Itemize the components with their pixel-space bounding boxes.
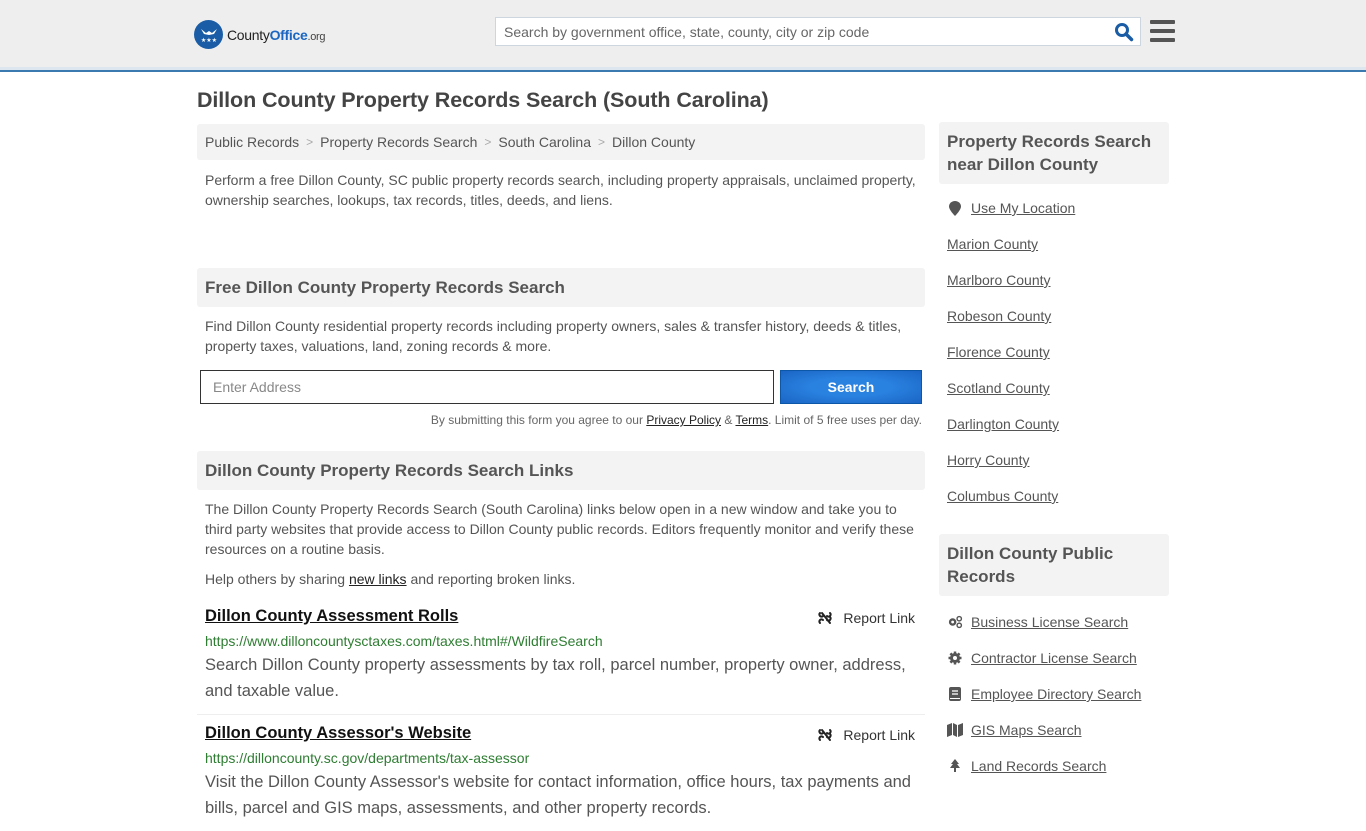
book-icon (947, 687, 963, 701)
terms-link[interactable]: Terms (735, 413, 768, 427)
disclaimer-amp: & (721, 413, 736, 427)
public-record-link[interactable]: Business License Search (971, 614, 1128, 630)
link-url: https://dilloncounty.sc.gov/departments/… (205, 750, 530, 766)
link-entry: Dillon County Assessment Rolls Report Li… (197, 601, 925, 715)
tree-icon (947, 759, 963, 773)
county-link[interactable]: Scotland County (947, 380, 1050, 396)
county-link[interactable]: Florence County (947, 344, 1050, 360)
svg-text:★★★: ★★★ (200, 37, 216, 44)
site-search-box (495, 17, 1141, 46)
link-description: Search Dillon County property assessment… (205, 656, 906, 700)
address-search-button[interactable]: Search (780, 370, 922, 404)
disclaimer-prefix: By submitting this form you agree to our (430, 413, 647, 427)
privacy-policy-link[interactable]: Privacy Policy (646, 413, 721, 427)
form-disclaimer: By submitting this form you agree to our… (197, 404, 925, 451)
report-link-button[interactable]: Report Link (817, 727, 915, 743)
eagle-stars-icon: ★★★ (194, 20, 223, 49)
county-link-item: Columbus County (947, 478, 1161, 514)
main-content: Public Records > Property Records Search… (197, 124, 925, 831)
site-search-input[interactable] (496, 18, 1096, 45)
broken-link-icon (818, 729, 833, 741)
county-link-item: Darlington County (947, 406, 1161, 442)
page-title: Dillon County Property Records Search (S… (197, 88, 769, 112)
map-pin-icon (947, 200, 963, 216)
logo[interactable]: ★★★ CountyOffice.org (194, 20, 326, 49)
address-search-form: Search (200, 370, 922, 404)
public-records-list: Business License Search Contractor Licen… (939, 596, 1169, 784)
free-search-description: Find Dillon County residential property … (205, 318, 902, 354)
report-link-label: Report Link (843, 727, 915, 743)
public-record-item: Land Records Search (947, 748, 1161, 784)
county-link[interactable]: Columbus County (947, 488, 1058, 504)
address-input[interactable] (200, 370, 774, 404)
link-title[interactable]: Dillon County Assessment Rolls (205, 607, 458, 625)
county-link-item: Scotland County (947, 370, 1161, 406)
public-record-item: Employee Directory Search (947, 676, 1161, 712)
county-link[interactable]: Robeson County (947, 308, 1051, 324)
free-search-heading: Free Dillon County Property Records Sear… (197, 268, 925, 307)
public-record-item: GIS Maps Search (947, 712, 1161, 748)
nearby-list: Use My Location Marion County Marlboro C… (939, 184, 1169, 514)
links-section-heading: Dillon County Property Records Search Li… (197, 451, 925, 490)
map-icon (947, 723, 963, 737)
intro-text: Perform a free Dillon County, SC public … (205, 172, 916, 208)
hamburger-menu-icon[interactable] (1150, 20, 1175, 42)
public-record-link[interactable]: Employee Directory Search (971, 686, 1141, 702)
link-url: https://www.dilloncountysctaxes.com/taxe… (205, 633, 603, 649)
breadcrumb: Public Records > Property Records Search… (197, 124, 925, 160)
breadcrumb-property-records-search[interactable]: Property Records Search (320, 134, 477, 150)
gear-icon (947, 651, 963, 665)
public-record-link[interactable]: GIS Maps Search (971, 722, 1082, 738)
link-description: Visit the Dillon County Assessor's websi… (205, 773, 911, 817)
public-record-item: Business License Search (947, 604, 1161, 640)
use-my-location-link[interactable]: Use My Location (971, 200, 1075, 216)
help-prefix: Help others by sharing (205, 571, 349, 587)
nearby-heading: Property Records Search near Dillon Coun… (939, 122, 1169, 184)
broken-link-icon (818, 612, 833, 624)
link-entry: Dillon County Assessor's Website Report … (197, 715, 925, 831)
county-link-item: Marion County (947, 226, 1161, 262)
county-link[interactable]: Horry County (947, 452, 1029, 468)
use-my-location-item: Use My Location (947, 190, 1161, 226)
new-links-link[interactable]: new links (349, 571, 407, 587)
report-link-label: Report Link (843, 610, 915, 626)
help-text: Help others by sharing new links and rep… (197, 559, 925, 601)
county-link-item: Robeson County (947, 298, 1161, 334)
breadcrumb-separator: > (598, 135, 606, 149)
site-header: ★★★ CountyOffice.org (0, 0, 1366, 72)
public-record-item: Contractor License Search (947, 640, 1161, 676)
logo-text: CountyOffice.org (227, 26, 326, 43)
cogs-icon (947, 615, 963, 629)
county-link[interactable]: Marlboro County (947, 272, 1051, 288)
breadcrumb-separator: > (306, 135, 314, 149)
breadcrumb-dillon-county[interactable]: Dillon County (612, 134, 695, 150)
county-link[interactable]: Darlington County (947, 416, 1059, 432)
public-record-link[interactable]: Land Records Search (971, 758, 1106, 774)
public-record-link[interactable]: Contractor License Search (971, 650, 1137, 666)
county-link-item: Florence County (947, 334, 1161, 370)
link-title[interactable]: Dillon County Assessor's Website (205, 724, 471, 742)
breadcrumb-south-carolina[interactable]: South Carolina (498, 134, 591, 150)
county-link-item: Marlboro County (947, 262, 1161, 298)
breadcrumb-separator: > (484, 135, 492, 149)
disclaimer-suffix: . Limit of 5 free uses per day. (768, 413, 922, 427)
county-link-item: Horry County (947, 442, 1161, 478)
breadcrumb-public-records[interactable]: Public Records (205, 134, 299, 150)
help-suffix: and reporting broken links. (406, 571, 576, 587)
links-section-description: The Dillon County Property Records Searc… (205, 501, 914, 557)
public-records-heading: Dillon County Public Records (939, 534, 1169, 596)
report-link-button[interactable]: Report Link (817, 610, 915, 626)
search-icon[interactable] (1114, 22, 1134, 42)
county-link[interactable]: Marion County (947, 236, 1038, 252)
sidebar: Property Records Search near Dillon Coun… (939, 122, 1169, 784)
